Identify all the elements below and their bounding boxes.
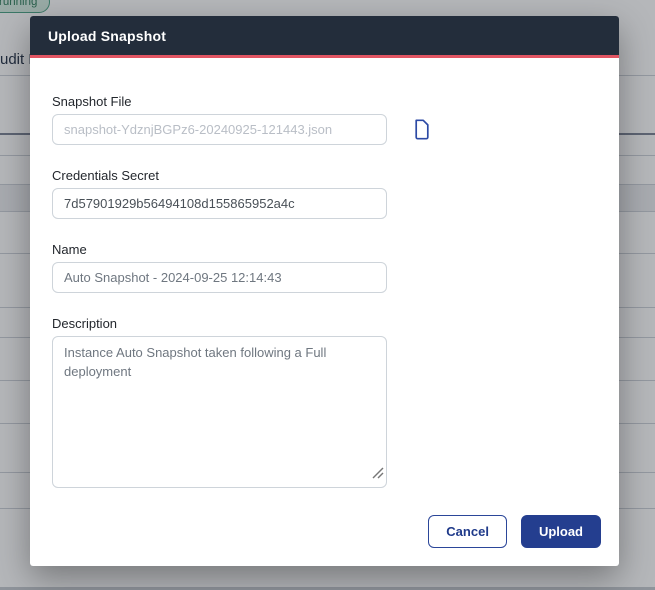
description-textarea[interactable]: Instance Auto Snapshot taken following a…	[52, 336, 387, 488]
cancel-button[interactable]: Cancel	[428, 515, 507, 548]
snapshot-file-input[interactable]	[52, 114, 387, 145]
modal-footer: Cancel Upload	[428, 515, 601, 548]
upload-snapshot-modal: Upload Snapshot Snapshot File Credentia	[30, 16, 619, 566]
modal-body: Snapshot File Credentials Secret Name	[30, 58, 619, 488]
screen: running udit L Upload Snapshot Snapshot …	[0, 0, 655, 590]
snapshot-file-label: Snapshot File	[52, 94, 132, 109]
modal-header: Upload Snapshot	[30, 16, 619, 55]
description-label: Description	[52, 316, 118, 331]
name-input[interactable]	[52, 262, 387, 293]
snapshot-file-group: Snapshot File	[52, 94, 597, 145]
upload-button[interactable]: Upload	[520, 515, 601, 548]
description-group: Description Instance Auto Snapshot taken…	[52, 316, 597, 488]
file-icon[interactable]	[413, 119, 431, 140]
modal-title: Upload Snapshot	[48, 27, 167, 44]
name-group: Name	[52, 242, 597, 293]
credentials-secret-input[interactable]	[52, 188, 387, 219]
credentials-secret-group: Credentials Secret	[52, 168, 597, 219]
name-label: Name	[52, 242, 87, 257]
credentials-secret-label: Credentials Secret	[52, 168, 159, 183]
